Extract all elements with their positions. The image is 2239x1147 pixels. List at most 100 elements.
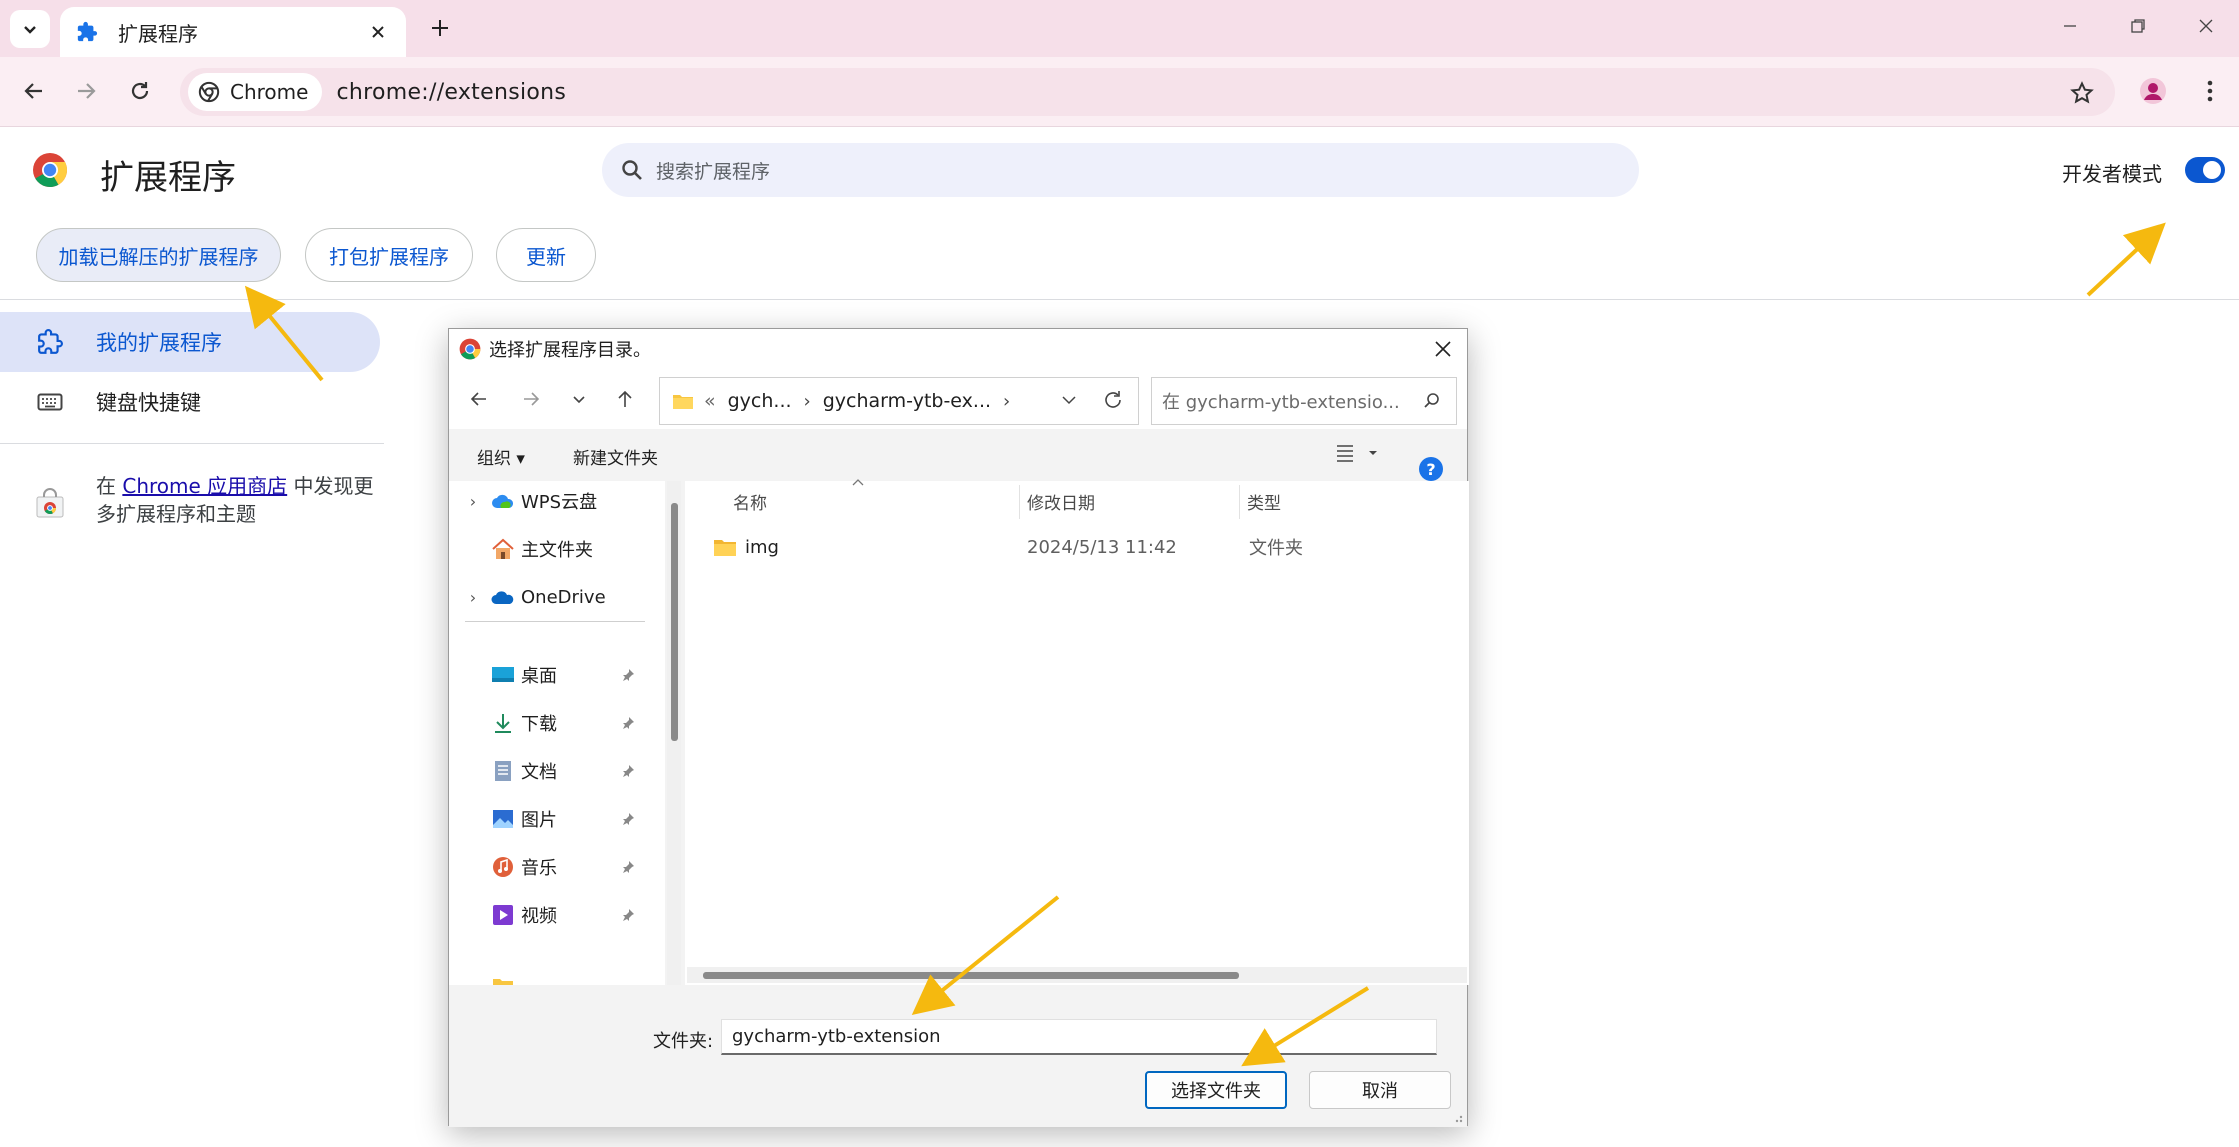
select-folder-button[interactable]: 选择文件夹 [1145,1071,1287,1109]
refresh-icon[interactable] [1102,389,1124,411]
home-icon [491,538,515,560]
address-breadcrumb[interactable]: « gych... › gycharm-ytb-ex... › [659,377,1139,425]
tab-title: 扩展程序 [118,21,198,46]
tree-item-onedrive[interactable]: › OneDrive [449,577,649,617]
arrow-right-icon [78,83,96,99]
extensions-search[interactable]: 搜索扩展程序 [602,143,1639,197]
desktop-icon [491,664,515,686]
omnibox[interactable]: Chrome chrome://extensions [180,68,2115,116]
dialog-close-button[interactable] [1427,333,1459,365]
column-header-modified[interactable]: 修改日期 [1027,481,1095,521]
breadcrumb-separator: › [1003,390,1011,412]
update-button[interactable]: 更新 [496,228,596,282]
tree-item-music[interactable]: 音乐 [449,847,649,887]
dialog-titlebar[interactable]: 选择扩展程序目录。 [449,329,1467,369]
organize-menu[interactable]: 组织 ▾ [477,444,525,469]
breadcrumb-item[interactable]: gycharm-ytb-ex... [823,390,991,412]
tree-item-label: 主文件夹 [521,540,593,561]
dev-mode-toggle[interactable] [2185,157,2225,183]
new-folder-button[interactable]: 新建文件夹 [573,444,658,469]
webstore-link[interactable]: Chrome 应用商店 [122,474,287,498]
site-info-chip[interactable]: Chrome [188,73,323,111]
pictures-icon [491,808,515,830]
column-header-type[interactable]: 类型 [1247,481,1281,521]
help-icon[interactable]: ? [1419,457,1443,481]
tree-item-videos[interactable]: 视频 [449,895,649,935]
file-row[interactable]: img 2024/5/13 11:42 文件夹 [685,529,1469,565]
list-view-icon [1337,445,1377,462]
pin-icon[interactable] [621,908,635,922]
chevron-down-icon[interactable] [1060,391,1078,409]
keyboard-icon [36,388,64,416]
folder-name-input[interactable]: gycharm-ytb-extension [721,1019,1437,1055]
view-options-button[interactable] [1335,441,1379,470]
forward-button[interactable] [66,71,106,111]
tab-search-button[interactable] [10,10,50,48]
tree-item-desktop[interactable]: 桌面 [449,655,649,695]
tree-item-pictures[interactable]: 图片 [449,799,649,839]
url-text[interactable]: chrome://extensions [336,80,566,105]
scroll-thumb[interactable] [671,503,678,741]
window-close-button[interactable] [2184,6,2228,46]
tree-item-label: 图片 [521,810,557,831]
tree-item-documents[interactable]: 文档 [449,751,649,791]
folder-icon [714,540,736,556]
pin-icon[interactable] [621,668,635,682]
resize-grip-icon[interactable] [1451,1111,1463,1123]
new-tab-button[interactable] [422,10,458,46]
sidebar-item-my-extensions[interactable]: 我的扩展程序 [0,312,380,372]
chevron-down-icon [573,396,585,404]
minimize-icon [2064,25,2076,27]
dialog-recent-button[interactable] [563,383,595,415]
tree-scrollbar[interactable] [667,481,681,985]
tree-item-label: OneDrive [521,586,606,608]
tree-item-wps-cloud[interactable]: › WPS云盘 [449,481,649,521]
sidebar-item-keyboard-shortcuts[interactable]: 键盘快捷键 [0,372,201,432]
chevron-right-icon[interactable]: › [463,588,483,607]
pin-icon[interactable] [621,860,635,874]
music-icon [491,856,515,878]
dialog-forward-button[interactable] [515,383,547,415]
dialog-footer: 文件夹: gycharm-ytb-extension 选择文件夹 取消 [449,985,1467,1127]
pack-extension-button[interactable]: 打包扩展程序 [305,228,473,282]
tree-item-downloads[interactable]: 下载 [449,703,649,743]
tree-item-home[interactable]: 主文件夹 [449,529,649,569]
profile-button[interactable] [2133,71,2173,111]
webstore-text: 在 Chrome 应用商店 中发现更多扩展程序和主题 [96,472,374,528]
pin-icon[interactable] [621,812,635,826]
breadcrumb-overflow[interactable]: « [704,390,716,412]
pin-icon[interactable] [621,764,635,778]
dev-mode-label: 开发者模式 [2062,162,2162,186]
column-header-name[interactable]: 名称 [733,481,767,521]
dialog-up-button[interactable] [609,383,641,415]
bookmark-star-button[interactable] [2065,76,2099,110]
chrome-logo-icon [198,81,220,103]
column-separator [1019,485,1020,519]
minimize-button[interactable] [2048,6,2092,46]
dialog-back-button[interactable] [463,383,495,415]
tree-item-label: 音乐 [521,858,557,879]
breadcrumb-item[interactable]: gych... [728,390,792,412]
browser-toolbar: Chrome chrome://extensions [0,57,2239,127]
scroll-thumb[interactable] [703,972,1239,979]
chevron-right-icon[interactable]: › [463,492,483,511]
chip-label: Chrome [230,80,309,104]
load-unpacked-button[interactable]: 加载已解压的扩展程序 [36,228,281,282]
restore-button[interactable] [2116,6,2160,46]
pin-icon[interactable] [621,716,635,730]
file-list-hscrollbar[interactable] [687,967,1467,983]
reload-button[interactable] [120,71,160,111]
back-button[interactable] [14,71,54,111]
search-icon [622,160,642,180]
video-icon [491,904,515,926]
puzzle-icon [74,19,100,45]
puzzle-icon [36,328,64,356]
dialog-command-bar: 组织 ▾ 新建文件夹 [449,429,1467,481]
close-icon[interactable] [364,18,392,46]
tab-extensions[interactable]: 扩展程序 [60,7,406,57]
cloud-icon [491,490,515,512]
cancel-button[interactable]: 取消 [1309,1071,1451,1109]
dialog-search-input[interactable]: 在 gycharm-ytb-extensio... [1151,377,1457,425]
column-separator [1239,485,1240,519]
menu-button[interactable] [2190,71,2230,111]
